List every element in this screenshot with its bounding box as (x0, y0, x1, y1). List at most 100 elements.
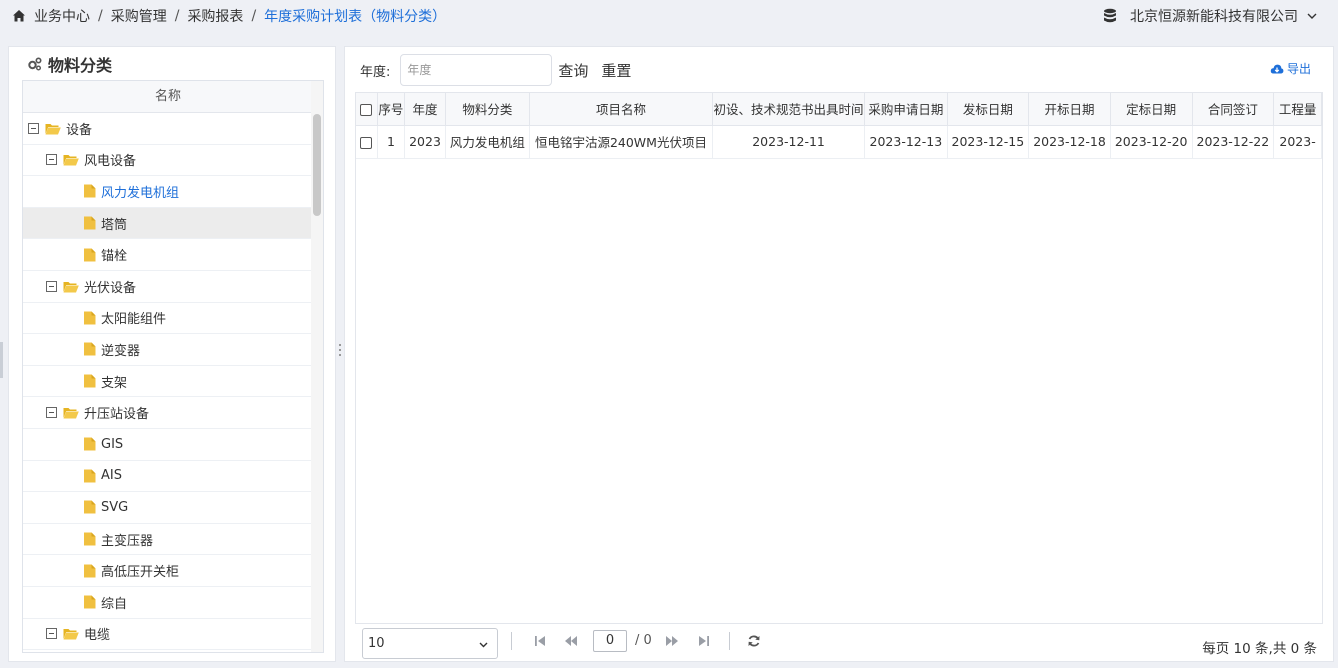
tree-node-7[interactable]: 逆变器 (23, 334, 313, 366)
panel-splitter[interactable] (338, 344, 342, 360)
tree-node-label: GIS (101, 436, 124, 452)
folder-open-icon (63, 408, 79, 419)
file-icon (84, 342, 96, 356)
select-all-checkbox-cell[interactable] (356, 93, 378, 126)
breadcrumb: 业务中心 / 采购管理 / 采购报表 / 年度采购计划表（物料分类） (0, 6, 446, 26)
column-header[interactable]: 合同签订 (1192, 93, 1275, 126)
file-icon (84, 500, 96, 514)
column-header[interactable]: 物料分类 (445, 93, 530, 126)
tree-node-label: 光伏设备 (84, 280, 137, 296)
tree-node-14[interactable]: 高低压开关柜 (23, 555, 313, 587)
chevron-down-icon (479, 642, 488, 648)
folder-open-icon (63, 155, 79, 166)
column-header[interactable]: 定标日期 (1110, 93, 1193, 126)
table-cell: 2023-12-11 (712, 125, 866, 159)
year-label: 年度: (360, 64, 391, 80)
panel-title: 物料分类 (27, 52, 112, 76)
year-input[interactable] (400, 54, 553, 86)
tree-node-9[interactable]: 升压站设备 (23, 397, 313, 429)
next-page-icon[interactable] (665, 634, 679, 648)
breadcrumb-item-business[interactable]: 业务中心 (34, 6, 90, 26)
column-header[interactable]: 年度 (404, 93, 446, 126)
refresh-icon[interactable] (747, 634, 761, 648)
file-icon (84, 437, 96, 451)
tree-node-6[interactable]: 太阳能组件 (23, 303, 313, 335)
tree-node-13[interactable]: 主变压器 (23, 524, 313, 556)
cloud-download-icon (1270, 64, 1284, 73)
search-button[interactable]: 查询 (558, 60, 588, 81)
tree-node-0[interactable]: 设备 (23, 113, 313, 145)
column-header[interactable]: 项目名称 (529, 93, 713, 126)
column-header[interactable]: 发标日期 (947, 93, 1030, 126)
tree-scrollbar-thumb[interactable] (313, 114, 321, 216)
row-checkbox-cell[interactable] (356, 125, 378, 159)
tree-node-16[interactable]: 电缆 (23, 619, 313, 651)
category-panel: 物料分类 名称 设备风电设备风力发电机组 塔筒锚栓光伏设备太阳能组件 逆变器支架升压… (8, 46, 336, 662)
table-cell: 2023-12-15 (947, 125, 1030, 159)
company-switcher[interactable]: 北京恒源新能科技有限公司 (1102, 0, 1318, 32)
tree-node-10[interactable]: GIS (23, 429, 313, 461)
tree-node-label: 综自 (101, 596, 128, 612)
tree-node-15[interactable]: 综自 (23, 587, 313, 619)
file-icon (84, 595, 96, 609)
collapse-toggle-icon[interactable] (46, 628, 57, 640)
reset-button[interactable]: 重置 (601, 60, 631, 81)
file-icon (84, 184, 96, 198)
tree-node-label: 风力发电机组 (101, 185, 180, 201)
breadcrumb-current: 年度采购计划表（物料分类） (264, 9, 447, 25)
pager-divider (511, 632, 512, 650)
tree-node-1[interactable]: 风电设备 (23, 145, 313, 177)
folder-open-icon (63, 281, 79, 293)
tree-node-label: 风电设备 (84, 154, 137, 170)
sidebar-collapse-handle[interactable] (0, 342, 3, 378)
tree-node-5[interactable]: 光伏设备 (23, 271, 313, 303)
table-cell: 1 (377, 125, 406, 159)
table-cell: 2023 (404, 125, 446, 159)
tree-node-3[interactable]: 塔筒 (23, 207, 313, 240)
breadcrumb-item-report[interactable]: 采购报表 (187, 6, 243, 26)
file-icon (84, 216, 96, 230)
top-bar: 业务中心 / 采购管理 / 采购报表 / 年度采购计划表（物料分类） 北京恒源新… (0, 0, 1338, 32)
table-cell: 2023- (1273, 125, 1322, 159)
column-header[interactable]: 采购申请日期 (864, 93, 948, 126)
tree-node-11[interactable]: AIS (23, 461, 313, 493)
row-checkbox[interactable] (360, 136, 373, 149)
page-size-select[interactable]: 10 (362, 628, 498, 659)
tree-scrollbar[interactable] (311, 81, 323, 652)
column-header[interactable]: 工程量 (1273, 93, 1322, 126)
tree-node-2[interactable]: 风力发电机组 (23, 176, 313, 208)
column-header[interactable]: 序号 (377, 93, 406, 126)
breadcrumb-item-purchase[interactable]: 采购管理 (111, 6, 167, 26)
tree-node-12[interactable]: SVG (23, 492, 313, 524)
pager-divider (729, 632, 730, 650)
breadcrumb-separator: / (251, 8, 257, 24)
previous-page-icon[interactable] (564, 634, 578, 648)
collapse-toggle-icon[interactable] (46, 154, 57, 166)
file-icon (84, 248, 96, 262)
last-page-icon[interactable] (697, 634, 711, 648)
select-all-checkbox[interactable] (360, 103, 373, 116)
first-page-icon[interactable] (533, 634, 547, 648)
collapse-toggle-icon[interactable] (46, 280, 57, 292)
table-cell: 2023-12-13 (864, 125, 948, 159)
pager-summary: 每页 10 条,共 0 条 (1202, 641, 1317, 657)
file-icon (84, 374, 96, 388)
tree-node-8[interactable]: 支架 (23, 366, 313, 398)
current-page-input[interactable]: 0 (593, 630, 627, 652)
home-icon[interactable] (12, 9, 26, 23)
breadcrumb-separator: / (98, 8, 103, 24)
table-cell: 2023-12-20 (1110, 125, 1193, 159)
column-header[interactable]: 初设、技术规范书出具时间 (712, 93, 866, 126)
column-header[interactable]: 开标日期 (1028, 93, 1111, 126)
tree-node-label: 升压站设备 (84, 407, 150, 423)
collapse-toggle-icon[interactable] (28, 122, 39, 134)
tree-node-label: 支架 (101, 375, 128, 391)
table-cell: 恒电铭宇沽源240WM光伏项目 (529, 125, 713, 159)
filter-bar: 年度: 查询 重置 (360, 54, 631, 86)
tree-node-label: 塔筒 (101, 217, 128, 233)
table-row[interactable]: 1 2023 风力发电机组 恒电铭宇沽源240WM光伏项目 2023-12-11 2023… (356, 125, 1322, 159)
tree-node-4[interactable]: 锚栓 (23, 239, 313, 271)
collapse-toggle-icon[interactable] (46, 407, 57, 419)
export-button[interactable]: 导出 (1270, 60, 1311, 77)
tree-column-header: 名称 (23, 81, 313, 113)
